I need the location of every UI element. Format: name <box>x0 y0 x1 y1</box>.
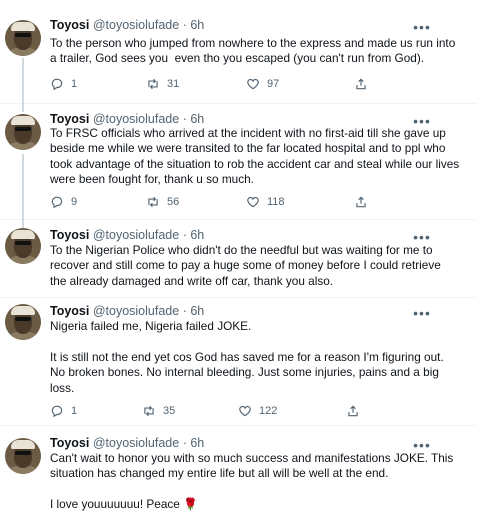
tweet-3[interactable]: Toyosi @toyosiolufade · 6h ••• To the Ni… <box>0 220 477 298</box>
handle[interactable]: @toyosiolufade <box>93 304 179 318</box>
rose-emoji: 🌹 <box>183 497 198 512</box>
separator: · <box>182 436 187 450</box>
retweet-icon <box>144 405 154 417</box>
avatar[interactable] <box>5 20 41 56</box>
like-button[interactable]: 122 <box>238 403 277 419</box>
tweet-header: Toyosi @toyosiolufade · 6h <box>50 18 204 33</box>
avatar[interactable] <box>5 438 41 474</box>
tweet-text: Can't wait to honor you with so much suc… <box>50 451 460 513</box>
reply-icon <box>51 196 63 209</box>
display-name[interactable]: Toyosi <box>50 228 89 242</box>
tweet-actions: 9 56 118 <box>50 194 380 210</box>
separator: · <box>182 228 187 242</box>
thread-line <box>22 58 24 104</box>
avatar[interactable] <box>5 228 41 264</box>
retweet-count: 31 <box>167 78 180 90</box>
handle[interactable]: @toyosiolufade <box>93 112 179 126</box>
display-name[interactable]: Toyosi <box>50 18 89 32</box>
share-button[interactable] <box>346 403 360 419</box>
like-count: 97 <box>267 78 280 90</box>
tweet-text: To FRSC officials who arrived at the inc… <box>50 126 463 187</box>
heart-icon <box>239 405 251 417</box>
tweet-header: Toyosi @toyosiolufade · 6h <box>50 436 204 451</box>
tweet-text-content: Can't wait to honor you with so much suc… <box>50 451 454 512</box>
handle[interactable]: @toyosiolufade <box>93 18 179 32</box>
tweet-1[interactable]: Toyosi @toyosiolufade · 6h ••• To the pe… <box>0 0 477 104</box>
tweet-actions: 1 31 97 <box>50 76 380 92</box>
heart-icon <box>247 78 259 90</box>
reply-count: 9 <box>71 196 78 208</box>
avatar[interactable] <box>5 304 41 340</box>
like-button[interactable]: 97 <box>246 76 279 92</box>
separator: · <box>182 18 187 32</box>
retweet-button[interactable]: 56 <box>146 194 179 210</box>
thread-line <box>22 220 24 228</box>
more-options-icon[interactable]: ••• <box>413 20 431 37</box>
timestamp[interactable]: 6h <box>190 436 204 450</box>
timestamp[interactable]: 6h <box>190 112 204 126</box>
tweet-text: To the Nigerian Police who didn't do the… <box>50 243 445 288</box>
timestamp[interactable]: 6h <box>190 304 204 318</box>
handle[interactable]: @toyosiolufade <box>93 228 179 242</box>
like-count: 122 <box>259 405 278 417</box>
timestamp[interactable]: 6h <box>190 18 204 32</box>
tweet-text: Nigeria failed me, Nigeria failed JOKE. … <box>50 319 444 395</box>
reply-button[interactable]: 1 <box>50 403 77 419</box>
reply-button[interactable]: 9 <box>50 194 77 210</box>
reply-icon <box>51 405 63 418</box>
avatar[interactable] <box>5 114 41 150</box>
like-count: 118 <box>267 196 285 208</box>
share-button[interactable] <box>354 194 368 210</box>
tweet-5[interactable]: Toyosi @toyosiolufade · 6h ••• Can't wai… <box>0 426 477 514</box>
retweet-icon <box>148 78 158 90</box>
tweet-2[interactable]: Toyosi @toyosiolufade · 6h ••• To FRSC o… <box>0 104 477 220</box>
timestamp[interactable]: 6h <box>190 228 204 242</box>
tweet-header: Toyosi @toyosiolufade · 6h <box>50 112 204 127</box>
retweet-icon <box>148 196 158 208</box>
reply-count: 1 <box>71 78 78 90</box>
share-icon <box>356 78 366 90</box>
display-name[interactable]: Toyosi <box>50 112 89 126</box>
display-name[interactable]: Toyosi <box>50 436 89 450</box>
retweet-button[interactable]: 31 <box>146 76 179 92</box>
reply-icon <box>51 78 63 91</box>
tweet-header: Toyosi @toyosiolufade · 6h <box>50 228 204 243</box>
thread-line <box>22 104 24 112</box>
reply-count: 1 <box>71 405 78 417</box>
separator: · <box>182 304 187 318</box>
reply-button[interactable]: 1 <box>50 76 77 92</box>
display-name[interactable]: Toyosi <box>50 304 89 318</box>
retweet-count: 56 <box>167 196 180 208</box>
heart-icon <box>247 196 259 208</box>
retweet-button[interactable]: 35 <box>142 403 175 419</box>
handle[interactable]: @toyosiolufade <box>93 436 179 450</box>
thread-line <box>22 154 24 220</box>
tweet-4[interactable]: Toyosi @toyosiolufade · 6h ••• Nigeria f… <box>0 298 477 426</box>
share-button[interactable] <box>354 76 368 92</box>
like-button[interactable]: 118 <box>246 194 285 210</box>
share-icon <box>356 196 366 208</box>
retweet-count: 35 <box>163 405 176 417</box>
tweet-actions: 1 35 122 <box>50 403 380 419</box>
separator: · <box>182 112 187 126</box>
tweet-text: To the person who jumped from nowhere to… <box>50 36 459 66</box>
share-icon <box>348 405 358 417</box>
tweet-header: Toyosi @toyosiolufade · 6h <box>50 304 204 319</box>
